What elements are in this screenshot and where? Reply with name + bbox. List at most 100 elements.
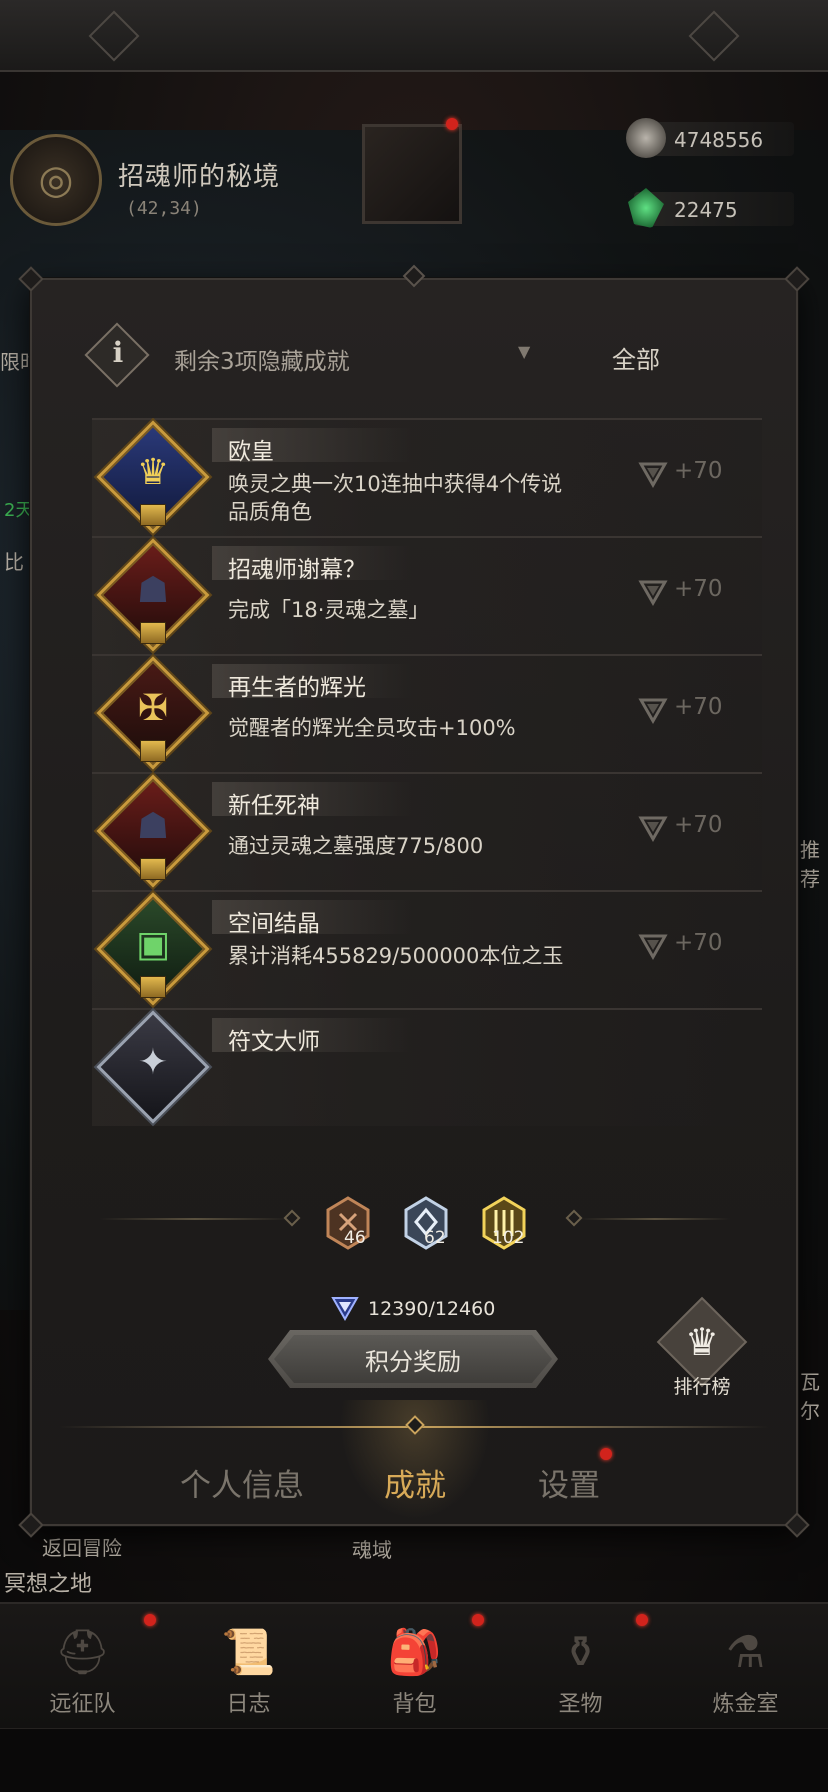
- avatar-notification-dot: [446, 118, 458, 130]
- achievement-description: 觉醒者的辉光全员攻击+100%: [228, 716, 516, 740]
- top-decorative-bar: [0, 0, 828, 72]
- achievement-card[interactable]: ▣ 空间结晶 累计消耗455829/500000本位之玉 +70: [92, 890, 762, 1008]
- achievement-icon: ☗: [96, 538, 210, 652]
- achievement-description: 唤灵之典一次10连抽中获得4个传说品质角色: [228, 472, 563, 524]
- location-coordinates: (42,34): [126, 198, 202, 219]
- spiral-emblem-icon: ◎: [10, 134, 102, 226]
- rune-master-icon: ✦: [137, 1042, 169, 1083]
- achievement-point-icon: [638, 462, 668, 488]
- hooded-reaper-icon: ☗: [136, 806, 170, 847]
- nav-label: 日志: [226, 1692, 271, 1717]
- nav-expedition-badge: [144, 1614, 156, 1626]
- achievement-card[interactable]: ☗ 招魂师谢幕？ 完成「18·灵魂之墓」 +70: [92, 536, 762, 654]
- achievement-card[interactable]: ✦ 符文大师: [92, 1008, 762, 1126]
- bottom-navigation: ⛑ 远征队 📜 日志 🎒 背包 ⚱ 圣物 ⚗ 炼金室: [0, 1602, 828, 1728]
- points-reward-button[interactable]: 积分奖励: [268, 1330, 558, 1388]
- dropdown-arrow-icon[interactable]: ▼: [518, 342, 530, 361]
- achievement-card[interactable]: ♛ 欧皇 唤灵之典一次10连抽中获得4个传说品质角色 +70: [92, 418, 762, 536]
- achievement-point-icon: [638, 934, 668, 960]
- achievement-title: 空间结晶: [228, 911, 320, 937]
- achievement-title: 再生者的辉光: [228, 675, 366, 701]
- side-label-recommend[interactable]: 推荐: [800, 834, 828, 892]
- alchemy-icon: ⚗: [725, 1626, 766, 1678]
- achievement-icon: ▣: [96, 892, 210, 1006]
- side-label-compare[interactable]: 比: [4, 546, 24, 575]
- treasure-chest-icon: ▣: [135, 924, 170, 965]
- achievement-list[interactable]: ♛ 欧皇 唤灵之典一次10连抽中获得4个传说品质角色 +70 ☗ 招魂师谢幕？ …: [92, 418, 762, 1130]
- nav-label: 圣物: [558, 1692, 603, 1717]
- soul-domain-label[interactable]: 魂域: [352, 1534, 392, 1563]
- currency-green-gem[interactable]: 22475: [628, 188, 794, 228]
- achievement-icon: ♛: [96, 420, 210, 534]
- nav-expedition[interactable]: ⛑ 远征队: [0, 1604, 165, 1730]
- achievement-description: 通过灵魂之墓强度775/800: [228, 834, 484, 858]
- achievement-title: 新任死神: [228, 793, 320, 819]
- info-icon: i: [112, 336, 124, 369]
- golden-sword-emblem-icon: ✠: [137, 688, 169, 729]
- nav-label: 背包: [392, 1692, 437, 1717]
- achievement-title: 符文大师: [228, 1029, 320, 1055]
- achievement-icon: ☗: [96, 774, 210, 888]
- achievement-card[interactable]: ☗ 新任死神 通过灵魂之墓强度775/800 +70: [92, 772, 762, 890]
- achievement-reward: +70: [638, 690, 758, 730]
- nav-label: 远征队: [49, 1692, 116, 1717]
- tab-settings[interactable]: 设置: [538, 1460, 600, 1505]
- location-name: 招魂师的秘境: [118, 162, 281, 192]
- meditation-label[interactable]: 冥想之地: [4, 1566, 92, 1598]
- currency-value: 22475: [674, 198, 738, 222]
- achievement-description: 完成「18·灵魂之墓」: [228, 598, 430, 622]
- return-adventure-label[interactable]: 返回冒险: [42, 1532, 122, 1561]
- leaderboard-label: 排行榜: [673, 1376, 731, 1398]
- nav-relics-badge: [636, 1614, 648, 1626]
- bronze-count: 46: [344, 1228, 366, 1248]
- gold-count: 102: [492, 1228, 525, 1248]
- filter-dropdown[interactable]: 全部: [612, 340, 660, 375]
- scroll-icon: 📜: [221, 1627, 276, 1678]
- side-label-val[interactable]: 瓦尔: [800, 1366, 828, 1424]
- tab-personal-info[interactable]: 个人信息: [180, 1460, 304, 1505]
- nav-label: 炼金室: [712, 1692, 779, 1717]
- nav-backpack-badge: [472, 1614, 484, 1626]
- bottom-decorative-bar: [0, 1728, 828, 1792]
- achievement-title: 招魂师谢幕？: [228, 557, 366, 583]
- achievement-point-icon: [638, 698, 668, 724]
- achievement-description: 累计消耗455829/500000本位之玉: [228, 944, 564, 968]
- viking-helmet-icon: ⛑: [54, 1627, 111, 1678]
- achievement-card[interactable]: ✠ 再生者的辉光 觉醒者的辉光全员攻击+100% +70: [92, 654, 762, 772]
- ornament-left: [88, 10, 140, 62]
- avatar[interactable]: [362, 124, 462, 224]
- ornament-right: [688, 10, 740, 62]
- currency-soul-stone[interactable]: 4748556: [626, 118, 794, 158]
- achievement-reward: +70: [638, 454, 758, 494]
- achievement-icon: ✠: [96, 656, 210, 770]
- nav-journal[interactable]: 📜 日志: [166, 1604, 331, 1730]
- hidden-achievements-text: 剩余3项隐藏成就: [174, 349, 350, 375]
- achievement-title: 欧皇: [228, 439, 274, 465]
- achievement-reward: +70: [638, 926, 758, 966]
- currency-value: 4748556: [674, 128, 764, 152]
- soul-stone-icon: [626, 118, 666, 158]
- achievement-point-icon: [638, 816, 668, 842]
- points-reward-button-label: 积分奖励: [274, 1335, 552, 1383]
- trophy-counts: 46 62 102: [322, 1196, 542, 1258]
- achievement-icon: ✦: [96, 1010, 210, 1124]
- achievement-reward: +70: [638, 808, 758, 848]
- achievement-point-icon: [331, 1297, 359, 1322]
- crowned-king-icon: ♛: [136, 452, 170, 493]
- achievement-filter-row: i 剩余3项隐藏成就 ▼ 全部: [60, 322, 760, 392]
- silver-count: 62: [424, 1228, 446, 1248]
- ornament-divider-left: [100, 1218, 290, 1220]
- backpack-icon: 🎒: [387, 1627, 442, 1678]
- leaderboard-button[interactable]: ♛ 排行榜: [654, 1296, 754, 1402]
- chalice-icon: ⚱: [562, 1626, 599, 1678]
- settings-notification-dot: [600, 1448, 612, 1460]
- achievement-points: 12390/12460: [330, 1292, 550, 1324]
- points-value: 12390/12460: [368, 1298, 496, 1320]
- crown-icon: ♛: [684, 1320, 720, 1364]
- nav-alchemy[interactable]: ⚗ 炼金室: [663, 1604, 828, 1730]
- ornament-divider-right: [580, 1218, 730, 1220]
- hooded-reaper-icon: ☗: [136, 570, 170, 611]
- achievement-point-icon: [638, 580, 668, 606]
- tab-achievements[interactable]: 成就: [384, 1460, 446, 1505]
- achievement-reward: +70: [638, 572, 758, 612]
